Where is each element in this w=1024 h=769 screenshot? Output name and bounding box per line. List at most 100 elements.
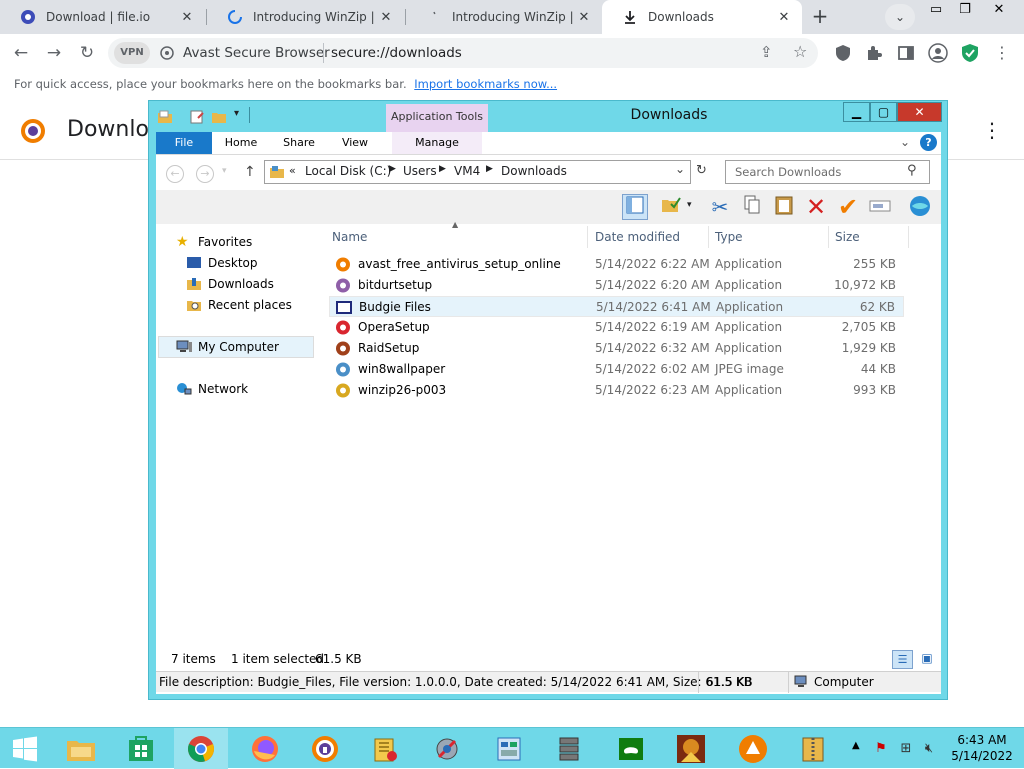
ribbon-expand-chevron-icon[interactable]: ⌄ xyxy=(900,135,910,149)
explorer-maximize-button[interactable]: ▢ xyxy=(870,102,897,122)
breadcrumb-vm4[interactable]: VM4 xyxy=(454,164,480,178)
taskbar-avast-antivirus[interactable] xyxy=(726,728,780,769)
close-tab-icon[interactable]: ✕ xyxy=(776,10,792,25)
nav-recent-places[interactable]: Recent places xyxy=(186,295,292,315)
copy-icon[interactable] xyxy=(739,194,765,220)
omnibox[interactable]: VPN Avast Secure Browser secure://downlo… xyxy=(108,38,818,68)
security-shield-icon[interactable] xyxy=(961,43,979,63)
restore-button[interactable]: ❐ xyxy=(950,0,980,22)
file-row[interactable]: Budgie Files 5/14/2022 6:41 AM Application… xyxy=(329,296,904,317)
taskbar-firefox[interactable] xyxy=(238,728,292,769)
omnibox-url[interactable]: secure://downloads xyxy=(331,45,462,61)
share-icon[interactable]: ⇪ xyxy=(760,43,773,61)
taskbar-app-1[interactable] xyxy=(358,728,412,769)
taskbar-app-4[interactable] xyxy=(542,728,596,769)
tab-search-button[interactable]: ⌄ xyxy=(885,4,915,30)
taskbar-xbox[interactable] xyxy=(604,728,658,769)
tab-winzip-1[interactable]: Introducing WinZip | Get ✕ xyxy=(207,0,404,34)
volume-muted-icon[interactable]: 🔇︎ xyxy=(921,741,937,757)
explorer-minimize-button[interactable]: ▁ xyxy=(843,102,870,122)
show-hidden-icons-button[interactable]: ▲ xyxy=(852,740,860,751)
help-icon[interactable]: ? xyxy=(920,134,937,151)
globe-icon[interactable] xyxy=(907,194,933,220)
column-header-name[interactable]: Name xyxy=(326,226,588,248)
close-tab-icon[interactable]: ✕ xyxy=(576,10,592,25)
column-header-date[interactable]: Date modified xyxy=(589,226,709,248)
preview-pane-icon[interactable] xyxy=(622,194,648,220)
folder-options-icon[interactable] xyxy=(658,194,684,220)
explorer-back-button[interactable]: ← xyxy=(166,165,184,183)
file-row[interactable]: winzip26-p003 5/14/2022 6:23 AM Applicatio… xyxy=(329,380,904,401)
breadcrumb-downloads[interactable]: Downloads xyxy=(501,164,567,178)
taskbar-raid[interactable] xyxy=(664,728,718,769)
explorer-forward-button[interactable]: → xyxy=(196,165,214,183)
taskbar-winzip[interactable] xyxy=(786,728,840,769)
tab-share[interactable]: Share xyxy=(274,132,324,154)
refresh-icon[interactable]: ↻ xyxy=(696,163,707,178)
file-row[interactable]: avast_free_antivirus_setup_online 5/14/20… xyxy=(329,254,904,275)
column-header-size[interactable]: Size xyxy=(829,226,909,248)
file-row[interactable]: bitdurtsetup 5/14/2022 6:20 AM Application… xyxy=(329,275,904,296)
taskbar-chrome[interactable] xyxy=(174,728,228,769)
breadcrumb-users[interactable]: Users xyxy=(403,164,437,178)
large-icons-view-icon[interactable]: ▣ xyxy=(917,650,937,669)
tab-downloads[interactable]: Downloads ✕ xyxy=(602,0,802,34)
sidepanel-icon[interactable] xyxy=(897,44,915,62)
rename-icon[interactable] xyxy=(867,194,893,220)
taskbar-app-2[interactable] xyxy=(420,728,474,769)
paste-icon[interactable] xyxy=(771,194,797,220)
start-button[interactable] xyxy=(0,728,50,769)
tab-download-fileio[interactable]: Download | file.io ✕ xyxy=(0,0,205,34)
new-tab-button[interactable]: + xyxy=(806,4,834,30)
network-tray-icon[interactable]: ⊞ xyxy=(898,741,914,757)
file-row[interactable]: OperaSetup 5/14/2022 6:19 AM Application 2,… xyxy=(329,317,904,338)
taskbar-file-explorer[interactable] xyxy=(54,728,108,769)
system-clock[interactable]: 6:43 AM 5/14/2022 xyxy=(945,732,1019,764)
page-menu-kebab-icon[interactable]: ⋮ xyxy=(982,118,1002,142)
profile-icon[interactable] xyxy=(928,43,948,63)
bookmark-star-icon[interactable]: ☆ xyxy=(793,42,807,61)
column-header-type[interactable]: Type xyxy=(709,226,829,248)
tab-manage[interactable]: Manage xyxy=(392,132,482,154)
vpn-button[interactable]: VPN xyxy=(114,42,150,64)
close-tab-icon[interactable]: ✕ xyxy=(179,10,195,25)
taskbar-store[interactable] xyxy=(114,728,168,769)
tab-home[interactable]: Home xyxy=(216,132,266,154)
explorer-close-button[interactable]: ✕ xyxy=(897,102,942,122)
taskbar-app-3[interactable] xyxy=(482,728,536,769)
breadcrumb-local-disk[interactable]: Local Disk (C:) xyxy=(305,164,391,178)
menu-kebab-icon[interactable]: ⋮ xyxy=(991,42,1013,64)
folder-options-dropdown-icon[interactable]: ▾ xyxy=(687,200,692,210)
nav-downloads[interactable]: Downloads xyxy=(186,274,274,294)
breadcrumb-separator-icon[interactable]: ▶ xyxy=(389,164,396,174)
tab-view[interactable]: View xyxy=(330,132,380,154)
properties-check-icon[interactable]: ✔ xyxy=(835,194,861,220)
action-center-flag-icon[interactable]: ⚑ xyxy=(873,741,889,757)
new-folder-icon[interactable] xyxy=(211,109,227,125)
back-button[interactable]: ← xyxy=(10,42,32,64)
import-bookmarks-link[interactable]: Import bookmarks now... xyxy=(414,77,557,91)
delete-icon[interactable]: ✕ xyxy=(803,194,829,220)
breadcrumb-overflow[interactable]: « xyxy=(289,164,296,177)
breadcrumb-separator-icon[interactable]: ▶ xyxy=(486,164,493,174)
close-window-button[interactable]: ✕ xyxy=(984,0,1014,22)
details-view-icon[interactable]: ☰ xyxy=(892,650,913,669)
tab-winzip-2[interactable]: Introducing WinZip | Get ✕ xyxy=(406,0,602,34)
file-row[interactable]: RaidSetup 5/14/2022 6:32 AM Application 1,9… xyxy=(329,338,904,359)
address-dropdown-icon[interactable]: ⌄ xyxy=(675,162,685,176)
up-button[interactable]: ↑ xyxy=(244,164,256,180)
properties-icon[interactable] xyxy=(189,109,205,125)
recent-locations-dropdown-icon[interactable]: ▾ xyxy=(222,166,227,176)
nav-network[interactable]: Network xyxy=(176,379,248,399)
extensions-icon[interactable] xyxy=(865,44,883,62)
search-input[interactable]: Search Downloads xyxy=(725,160,930,184)
forward-button[interactable]: → xyxy=(43,42,65,64)
breadcrumb-separator-icon[interactable]: ▶ xyxy=(439,164,446,174)
minimize-button[interactable]: ▭ xyxy=(921,0,951,22)
cut-icon[interactable]: ✂ xyxy=(707,194,733,220)
nav-desktop[interactable]: Desktop xyxy=(186,253,258,273)
qat-dropdown-icon[interactable]: ▾ xyxy=(234,108,239,119)
taskbar-avast-browser[interactable] xyxy=(298,728,352,769)
search-icon[interactable]: ⚲ xyxy=(907,163,917,178)
file-row[interactable]: win8wallpaper 5/14/2022 6:02 AM JPEG image… xyxy=(329,359,904,380)
